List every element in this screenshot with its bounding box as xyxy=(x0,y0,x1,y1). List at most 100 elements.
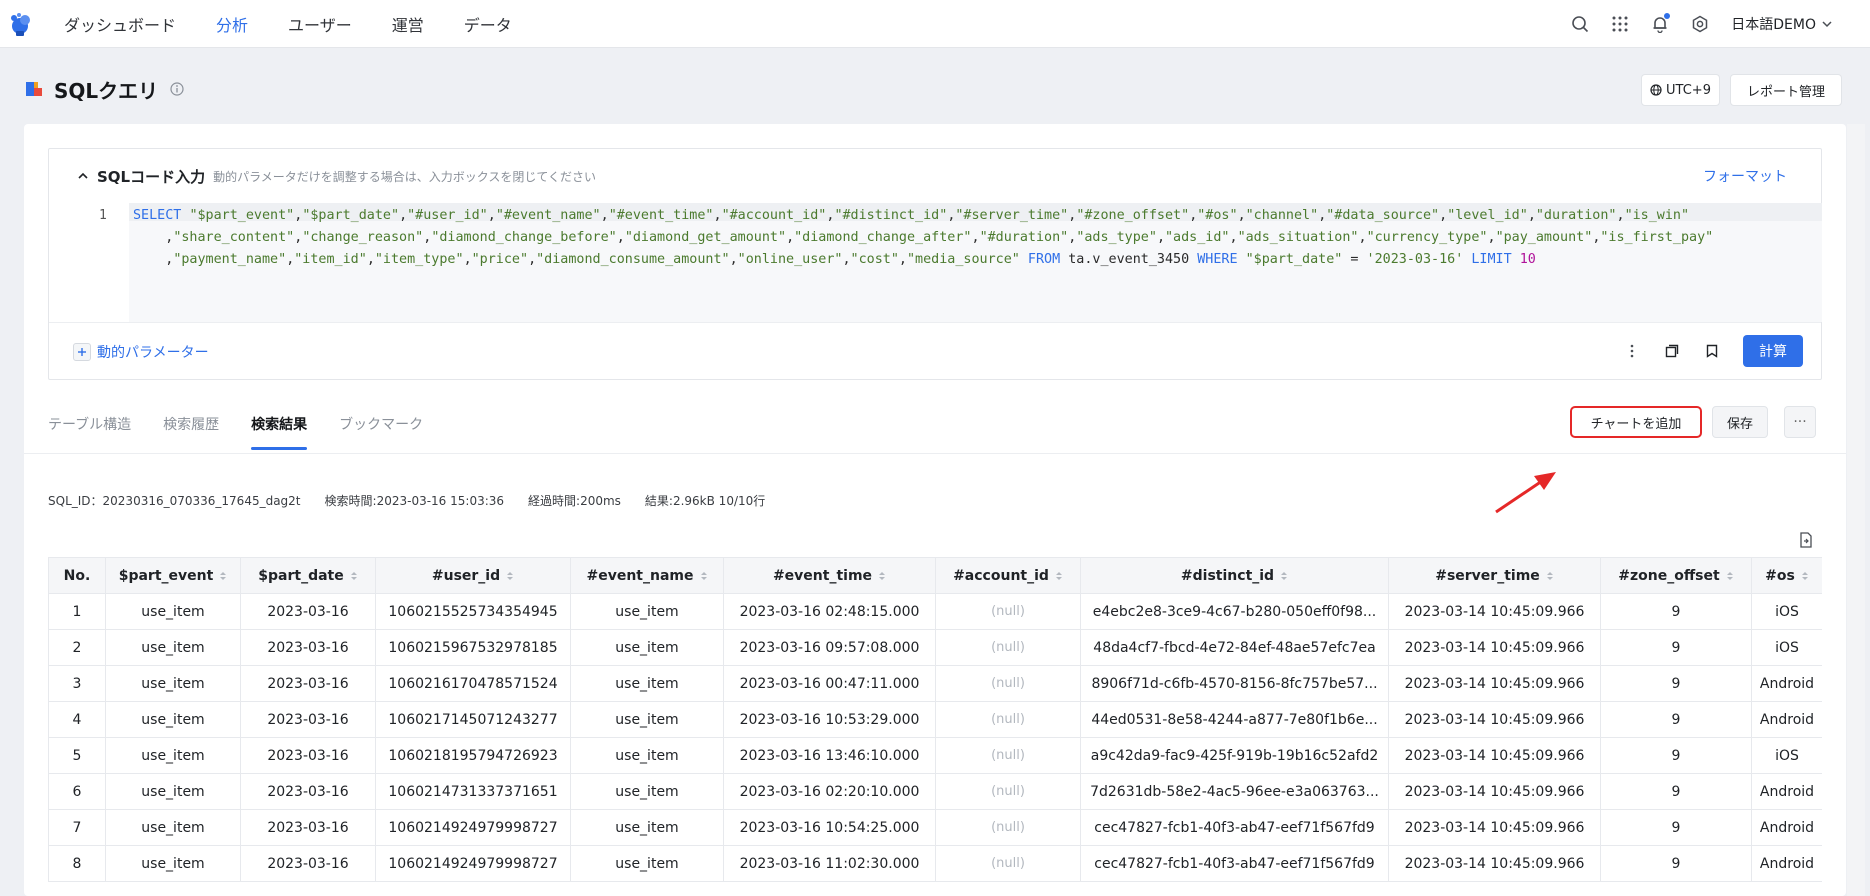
tab-bookmarks[interactable]: ブックマーク xyxy=(339,414,423,454)
table-row[interactable]: 5 use_item 2023-03-16 1060218195794726923 us… xyxy=(48,737,1822,774)
nav-item-users[interactable]: ユーザー xyxy=(288,12,352,36)
bookmark-icon[interactable] xyxy=(1703,342,1721,360)
add-chart-button[interactable]: チャートを追加 xyxy=(1570,406,1702,438)
tab-search-results[interactable]: 検索結果 xyxy=(251,414,308,454)
nav-item-operations[interactable]: 運営 xyxy=(392,12,424,36)
copy-icon[interactable] xyxy=(1663,342,1681,360)
sql-editor-title[interactable]: SQLコード入力 xyxy=(97,166,205,187)
nav-item-dashboard[interactable]: ダッシュボード xyxy=(64,12,176,36)
sort-icon[interactable] xyxy=(1726,570,1734,582)
tab-search-history[interactable]: 検索履歴 xyxy=(163,414,219,454)
sort-icon[interactable] xyxy=(1801,570,1809,582)
plus-icon[interactable] xyxy=(73,342,91,361)
elapsed-time: 経過時間:200ms xyxy=(528,494,621,508)
table-cell: 2023-03-14 10:45:09.966 xyxy=(1388,629,1601,666)
column-header-label: #user_id xyxy=(431,567,501,584)
table-cell: 2 xyxy=(48,629,106,666)
column-header[interactable]: #account_id xyxy=(935,557,1081,594)
table-cell: use_item xyxy=(105,629,241,666)
table-cell: 2023-03-14 10:45:09.966 xyxy=(1388,773,1601,810)
column-header[interactable]: $part_event xyxy=(105,557,241,594)
format-link[interactable]: フォーマット xyxy=(1703,166,1787,186)
table-cell: use_item xyxy=(105,737,241,774)
export-file-icon[interactable] xyxy=(1799,532,1813,548)
sql-code-editor[interactable]: 1 SELECT "$part_event","$part_date","#us… xyxy=(49,203,1822,323)
table-row[interactable]: 3 use_item 2023-03-16 1060216170478571524 us… xyxy=(48,665,1822,702)
sort-icon[interactable] xyxy=(1055,570,1063,582)
report-management-button[interactable]: レポート管理 xyxy=(1730,74,1842,106)
table-cell: 2023-03-14 10:45:09.966 xyxy=(1388,593,1601,630)
column-header-label: #distinct_id xyxy=(1180,567,1275,584)
table-cell: 2023-03-14 10:45:09.966 xyxy=(1388,737,1601,774)
table-row[interactable]: 1 use_item 2023-03-16 1060215525734354945 us… xyxy=(48,593,1822,630)
apps-grid-icon[interactable] xyxy=(1609,13,1631,35)
table-cell: use_item xyxy=(105,665,241,702)
table-row[interactable]: 8 use_item 2023-03-16 1060214924979998727 us… xyxy=(48,845,1822,882)
more-vertical-icon[interactable] xyxy=(1623,342,1641,360)
nav-item-data[interactable]: データ xyxy=(464,12,512,36)
table-cell: (null) xyxy=(935,701,1081,738)
table-cell: Android xyxy=(1751,665,1822,702)
search-icon[interactable] xyxy=(1569,13,1591,35)
bell-icon[interactable] xyxy=(1649,13,1671,35)
sql-code[interactable]: SELECT "$part_event","$part_date","#user… xyxy=(133,205,1813,271)
page-scrollbar[interactable] xyxy=(1847,124,1865,896)
sort-icon[interactable] xyxy=(878,570,886,582)
user-menu[interactable]: 日本語DEMO xyxy=(1731,14,1816,34)
save-button[interactable]: 保存 xyxy=(1712,406,1768,438)
table-cell: cec47827-fcb1-40f3-ab47-eef71f567fd9 xyxy=(1080,845,1389,882)
results-table-wrapper[interactable]: No. $part_event $part_date #user_id #event_n… xyxy=(48,557,1822,896)
page-title: SQLクエリ xyxy=(54,78,159,103)
nav-item-analysis[interactable]: 分析 xyxy=(216,12,248,36)
sort-icon[interactable] xyxy=(700,570,708,582)
table-cell: 2023-03-14 10:45:09.966 xyxy=(1388,701,1601,738)
table-cell: iOS xyxy=(1751,629,1822,666)
chevron-up-icon[interactable] xyxy=(77,170,89,182)
table-row[interactable]: 4 use_item 2023-03-16 1060217145071243277 us… xyxy=(48,701,1822,738)
table-cell: 8906f71d-c6fb-4570-8156-8fc757be57... xyxy=(1080,665,1389,702)
table-row[interactable]: 2 use_item 2023-03-16 1060215967532978185 us… xyxy=(48,629,1822,666)
search-time: 検索時間:2023-03-16 15:03:36 xyxy=(324,494,505,508)
column-header-label: $part_date xyxy=(258,567,344,584)
sort-icon[interactable] xyxy=(1280,570,1288,582)
table-cell: use_item xyxy=(570,845,724,882)
app-logo-icon[interactable] xyxy=(6,10,34,38)
table-cell: 1 xyxy=(48,593,106,630)
table-cell: 9 xyxy=(1600,593,1752,630)
table-cell: 9 xyxy=(1600,665,1752,702)
tab-table-structure[interactable]: テーブル構造 xyxy=(48,414,131,454)
code-area[interactable]: SELECT "$part_event","$part_date","#user… xyxy=(129,203,1822,322)
chevron-down-icon[interactable] xyxy=(1822,16,1834,32)
column-header[interactable]: #zone_offset xyxy=(1600,557,1752,594)
column-header[interactable]: #user_id xyxy=(375,557,571,594)
column-header[interactable]: #event_name xyxy=(570,557,724,594)
table-cell: iOS xyxy=(1751,593,1822,630)
table-cell: (null) xyxy=(935,845,1081,882)
table-cell: 2023-03-16 xyxy=(240,737,376,774)
sort-icon[interactable] xyxy=(219,570,227,582)
sort-icon[interactable] xyxy=(1546,570,1554,582)
timezone-button[interactable]: UTC+9 xyxy=(1641,74,1720,106)
column-header[interactable]: #os xyxy=(1751,557,1822,594)
table-cell: 9 xyxy=(1600,845,1752,882)
table-row[interactable]: 6 use_item 2023-03-16 1060214731337371651 us… xyxy=(48,773,1822,810)
column-header[interactable]: $part_date xyxy=(240,557,376,594)
column-header[interactable]: #event_time xyxy=(723,557,936,594)
table-row[interactable]: 7 use_item 2023-03-16 1060214924979998727 us… xyxy=(48,809,1822,846)
table-cell: (null) xyxy=(935,809,1081,846)
calculate-button[interactable]: 計算 xyxy=(1743,335,1803,367)
table-cell: 2023-03-14 10:45:09.966 xyxy=(1388,809,1601,846)
column-header[interactable]: #distinct_id xyxy=(1080,557,1389,594)
info-icon[interactable] xyxy=(170,82,184,96)
column-header[interactable]: No. xyxy=(48,557,106,594)
table-cell: 2023-03-16 xyxy=(240,773,376,810)
table-cell: 7 xyxy=(48,809,106,846)
table-cell: 2023-03-16 xyxy=(240,665,376,702)
sort-icon[interactable] xyxy=(506,570,514,582)
more-options-button[interactable]: ··· xyxy=(1784,406,1816,438)
dynamic-parameter-button[interactable]: 動的パラメーター xyxy=(97,342,209,362)
table-body: 1 use_item 2023-03-16 1060215525734354945 us… xyxy=(48,593,1822,882)
column-header[interactable]: #server_time xyxy=(1388,557,1601,594)
gear-icon[interactable] xyxy=(1689,13,1711,35)
sort-icon[interactable] xyxy=(350,570,358,582)
